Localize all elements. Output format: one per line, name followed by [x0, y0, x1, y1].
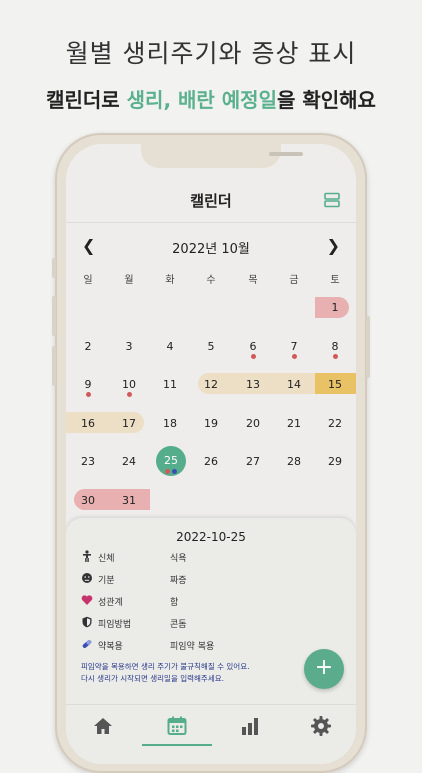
calendar-day[interactable]: 19: [196, 417, 226, 430]
detail-label: 기분: [98, 576, 115, 586]
headline: 월별 생리주기와 증상 표시: [65, 39, 357, 68]
calendar-day[interactable]: 29: [320, 455, 350, 468]
symptom-dot: [250, 354, 256, 359]
home-icon[interactable]: [91, 714, 115, 738]
speaker: [269, 152, 303, 156]
calendar-day[interactable]: 2: [73, 340, 103, 353]
weekday-label: 월: [124, 275, 134, 286]
subheadline-highlight: 생리, 배란 예정일: [126, 88, 277, 112]
calendar-day-today[interactable]: 25: [156, 454, 186, 467]
calendar-day[interactable]: 23: [73, 455, 103, 468]
phone-screen: 캘린더 ❮ 2022년 10월 ❯ 일 월 화 수 목 금 토 1 2 3 4 …: [66, 144, 356, 764]
calendar-day[interactable]: 27: [238, 455, 268, 468]
weekday-label: 목: [248, 275, 258, 286]
calendar-day[interactable]: 14: [279, 378, 309, 391]
calendar-day[interactable]: 17: [114, 417, 144, 430]
pill-icon: [82, 640, 92, 648]
detail-value: 피임약 복용: [170, 642, 215, 652]
calendar-day[interactable]: 22: [320, 417, 350, 430]
detail-label: 신체: [98, 554, 115, 564]
gear-icon[interactable]: [309, 714, 333, 738]
symptom-dot: [332, 354, 338, 359]
next-month-icon[interactable]: ❯: [327, 236, 340, 255]
weekday-label: 일: [83, 275, 93, 286]
detail-value: 짜증: [170, 576, 187, 586]
detail-value: 함: [170, 598, 179, 608]
pill-mark-icon: [171, 469, 177, 474]
heart-icon: [81, 595, 93, 605]
calendar-day[interactable]: 12: [196, 378, 226, 391]
active-tab-indicator: [142, 744, 212, 746]
add-record-button[interactable]: +: [304, 649, 344, 689]
calendar-day[interactable]: 9: [73, 378, 103, 391]
calendar-day[interactable]: 10: [114, 378, 144, 391]
header-divider: [66, 222, 356, 223]
calendar-day[interactable]: 31: [114, 494, 144, 507]
detail-label: 약복용: [98, 642, 123, 652]
phone-side-button: [366, 316, 370, 378]
weekday-label: 토: [330, 275, 340, 286]
symptom-dot: [291, 354, 297, 359]
symptom-dot: [126, 392, 132, 397]
calendar-day[interactable]: 21: [279, 417, 309, 430]
weekday-label: 수: [206, 275, 216, 286]
detail-value: 콘돔: [170, 620, 187, 630]
subheadline-post: 을 확인해요: [276, 88, 376, 112]
detail-date: 2022-10-25: [176, 530, 246, 544]
calendar-day[interactable]: 6: [238, 340, 268, 353]
calendar-day[interactable]: 8: [320, 340, 350, 353]
calendar-icon[interactable]: [165, 714, 189, 738]
detail-note: 다시 생리가 시작되면 생리일을 입력해주세요.: [81, 674, 225, 683]
calendar-day[interactable]: 20: [238, 417, 268, 430]
body-icon: [83, 550, 91, 562]
month-label: 2022년 10월: [172, 242, 250, 257]
detail-value: 식욕: [170, 554, 187, 564]
app-title: 캘린더: [190, 192, 232, 210]
symptom-dot: [164, 469, 170, 474]
calendar-day[interactable]: 3: [114, 340, 144, 353]
calendar-day[interactable]: 18: [155, 417, 185, 430]
calendar-day[interactable]: 1: [320, 301, 350, 314]
weekday-label: 화: [165, 275, 175, 286]
calendar-day[interactable]: 15: [320, 378, 350, 391]
phone-side-button: [52, 258, 56, 278]
subheadline-pre: 캘린더로: [46, 88, 127, 112]
calendar-day[interactable]: 28: [279, 455, 309, 468]
shield-icon: [82, 616, 92, 628]
calendar-day[interactable]: 7: [279, 340, 309, 353]
mood-icon: [82, 573, 92, 583]
split-view-icon[interactable]: [324, 192, 340, 208]
symptom-dot: [85, 392, 91, 397]
calendar-day[interactable]: 24: [114, 455, 144, 468]
bar-chart-icon[interactable]: [238, 714, 262, 738]
calendar-day[interactable]: 4: [155, 340, 185, 353]
calendar-day[interactable]: 13: [238, 378, 268, 391]
calendar-day[interactable]: 30: [73, 494, 103, 507]
weekday-label: 금: [289, 275, 299, 286]
detail-label: 피임방법: [98, 620, 132, 630]
phone-side-button: [52, 346, 56, 386]
phone-side-button: [52, 296, 56, 336]
calendar-day[interactable]: 5: [196, 340, 226, 353]
subheadline: 캘린더로 생리, 배란 예정일을 확인해요: [0, 84, 422, 113]
calendar-day[interactable]: 16: [73, 417, 103, 430]
detail-label: 성관계: [98, 598, 123, 608]
calendar-day[interactable]: 26: [196, 455, 226, 468]
detail-note: 피임약을 복용하면 생리 주기가 불규칙해질 수 있어요.: [81, 662, 250, 671]
calendar-day[interactable]: 11: [155, 378, 185, 391]
phone-notch: [141, 144, 303, 168]
